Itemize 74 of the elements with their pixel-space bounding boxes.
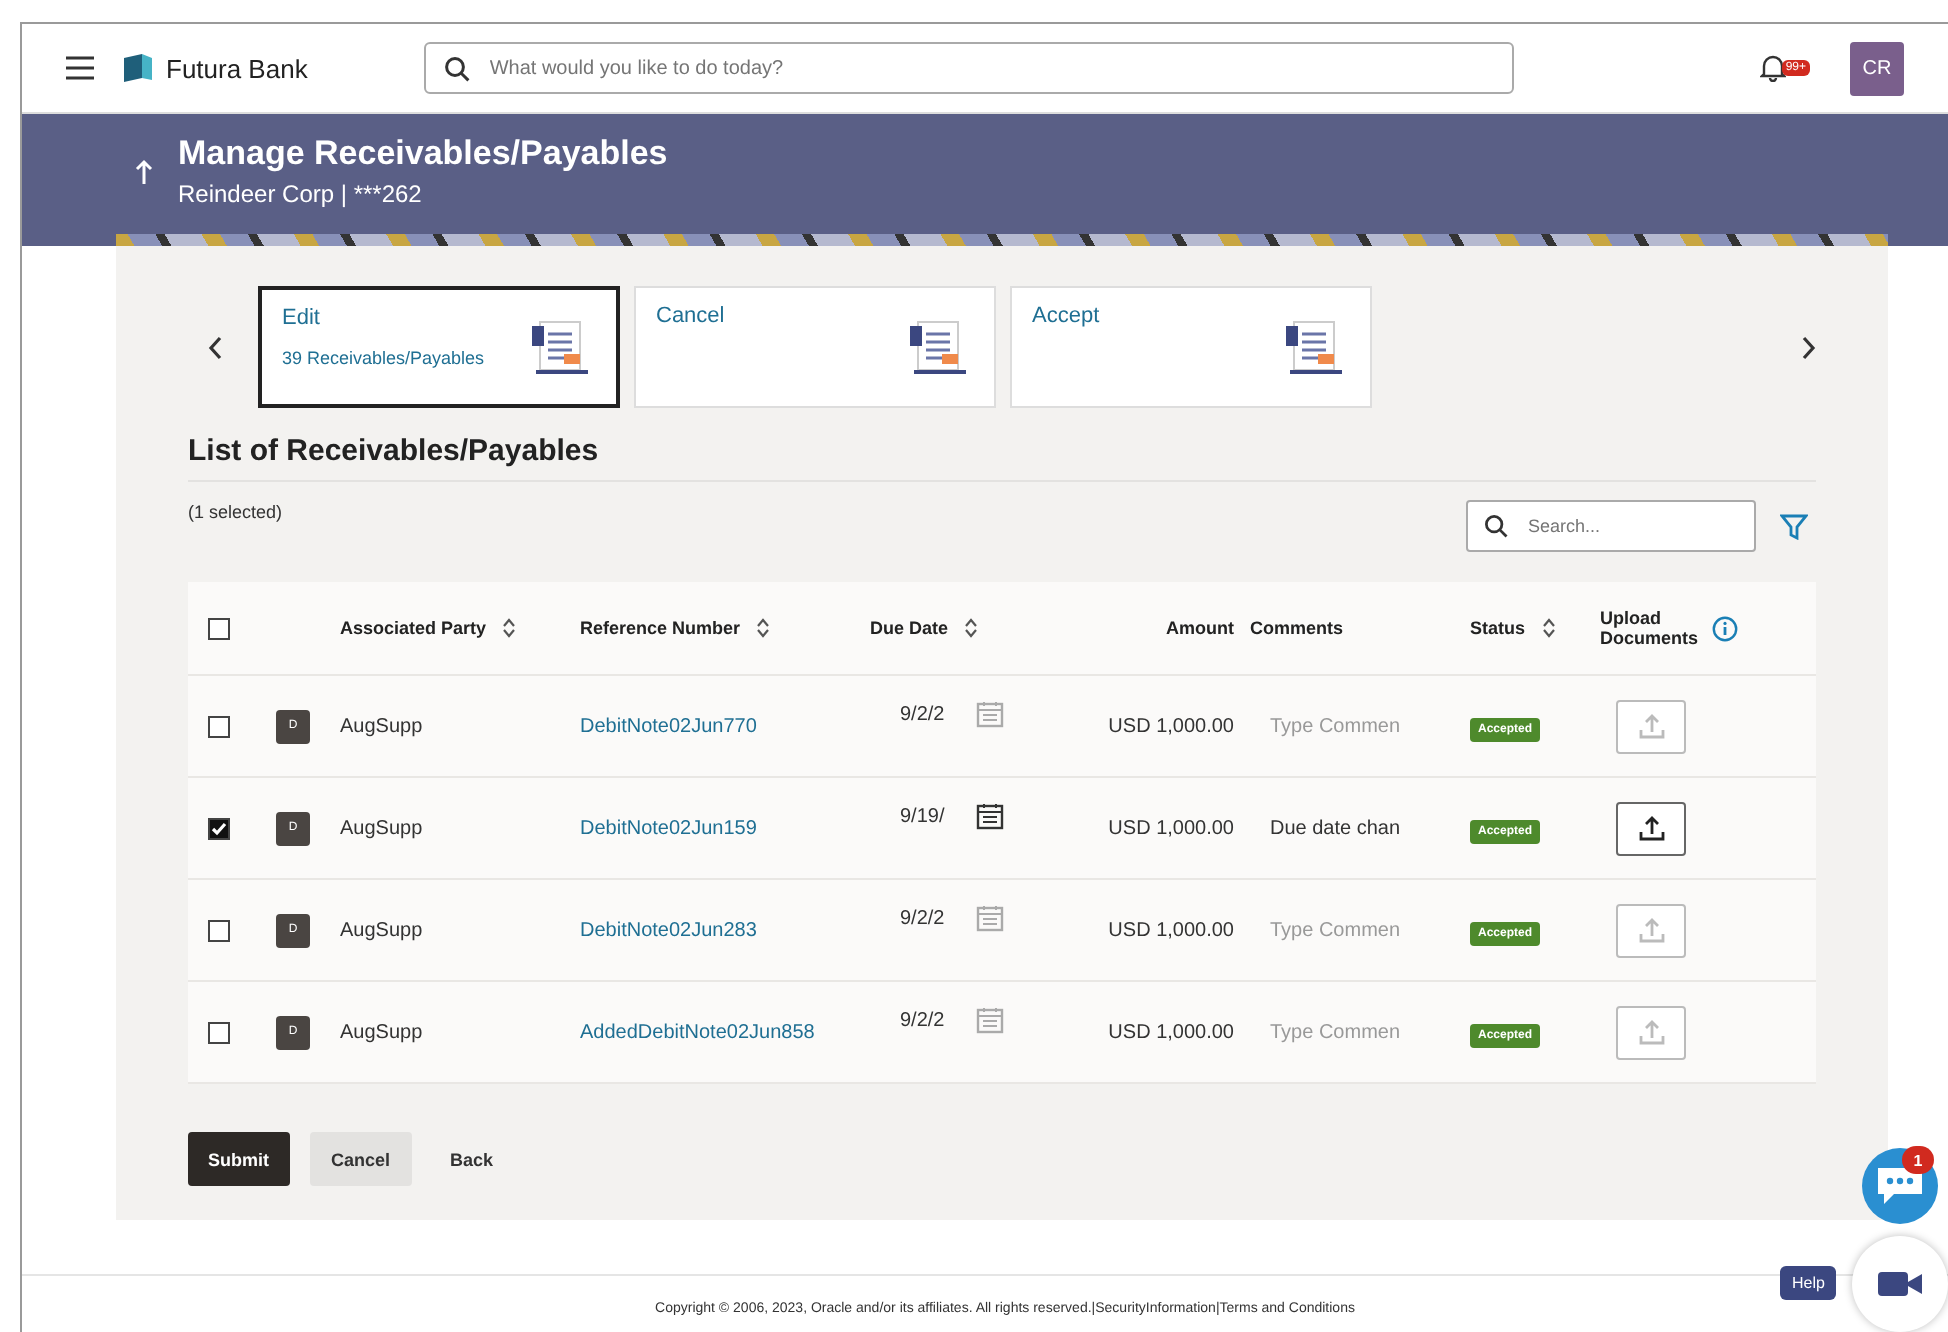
comment-field[interactable]: Type Commen — [1270, 919, 1430, 941]
calendar-icon[interactable] — [976, 802, 1004, 830]
menu-icon[interactable] — [66, 56, 94, 80]
column-header[interactable]: Associated Party — [340, 618, 580, 638]
brand-name: Futura Bank — [166, 53, 308, 83]
row-checkbox[interactable] — [208, 715, 230, 737]
sort-icon[interactable] — [964, 618, 979, 638]
video-call-button[interactable] — [1852, 1236, 1948, 1332]
action-card[interactable]: Edit 39 Receivables/Payables — [258, 286, 620, 408]
info-icon[interactable] — [1712, 615, 1738, 641]
column-header[interactable]: Status — [1470, 618, 1600, 638]
action-button[interactable]: Cancel — [309, 1132, 413, 1186]
user-avatar[interactable]: CR — [1850, 41, 1904, 95]
logo-icon — [122, 52, 154, 84]
due-date-field[interactable]: 9/2/2 — [900, 907, 956, 929]
row-checkbox[interactable] — [208, 817, 230, 839]
action-card[interactable]: Cancel — [634, 286, 996, 408]
comment-field[interactable]: Type Commen — [1270, 1021, 1430, 1043]
sort-icon[interactable] — [1541, 618, 1556, 638]
comment-field[interactable]: Due date chan — [1270, 817, 1430, 839]
amount-cell-text: USD 1,000.00 — [1106, 715, 1236, 737]
due-date-field[interactable]: 9/19/ — [900, 805, 956, 827]
column-header[interactable]: Comments — [1250, 618, 1470, 638]
page-title: Manage Receivables/Payables — [178, 134, 668, 174]
chat-badge: 1 — [1902, 1146, 1934, 1174]
party-cell-text: AugSupp — [340, 919, 425, 941]
reference-link[interactable]: DebitNote02Jun770 — [580, 715, 870, 737]
video-camera-icon — [1876, 1268, 1924, 1300]
list-title: List of Receivables/Payables — [188, 434, 1816, 482]
action-button[interactable]: Back — [432, 1132, 512, 1186]
column-header[interactable]: Amount — [1060, 618, 1250, 638]
comment-field[interactable]: Type Commen — [1270, 715, 1430, 737]
action-title: Edit — [282, 306, 322, 330]
selection-count: (1 selected) — [188, 502, 285, 522]
filter-icon[interactable] — [1780, 514, 1808, 540]
column-header[interactable]: Upload Documents — [1600, 608, 1796, 648]
next-icon[interactable] — [1800, 335, 1816, 359]
reference-link[interactable]: DebitNote02Jun159 — [580, 817, 870, 839]
column-header[interactable]: Due Date — [870, 618, 1060, 638]
select-all-checkbox[interactable] — [208, 617, 230, 639]
due-date-field[interactable]: 9/2/2 — [900, 703, 956, 725]
sort-icon[interactable] — [502, 618, 517, 638]
row-checkbox[interactable] — [208, 1021, 230, 1043]
party-cell-text: AugSupp — [340, 817, 425, 839]
action-title: Accept — [1032, 304, 1100, 328]
reference-link[interactable]: AddedDebitNote02Jun858 — [580, 1021, 870, 1043]
upload-button[interactable] — [1616, 801, 1686, 855]
help-button[interactable]: Help — [1780, 1266, 1837, 1300]
action-title: Cancel — [656, 304, 725, 328]
search-icon — [1484, 514, 1508, 538]
page-subtitle: Reindeer Corp | ***262 — [178, 180, 424, 208]
amount-cell-text: USD 1,000.00 — [1106, 1021, 1236, 1043]
action-count: 39 Receivables/Payables — [282, 348, 485, 368]
action-card[interactable]: Accept — [1010, 286, 1372, 408]
upload-icon — [1637, 712, 1665, 740]
amount-cell-text: USD 1,000.00 — [1106, 919, 1236, 941]
search-icon — [443, 55, 470, 81]
row-checkbox[interactable] — [208, 919, 230, 941]
action-button[interactable]: Submit — [188, 1132, 289, 1186]
bell-icon[interactable] — [1759, 54, 1786, 82]
amount-cell-text: USD 1,000.00 — [1106, 817, 1236, 839]
reference-link[interactable]: DebitNote02Jun283 — [580, 919, 870, 941]
upload-icon — [1637, 916, 1665, 944]
column-header[interactable]: Reference Number — [580, 618, 870, 638]
up-arrow-icon[interactable] — [134, 158, 154, 186]
previous-icon[interactable] — [208, 335, 224, 359]
party-cell-text: AugSupp — [340, 1021, 425, 1043]
party-cell-text: AugSupp — [340, 715, 425, 737]
sort-icon[interactable] — [756, 618, 771, 638]
upload-icon — [1637, 814, 1665, 842]
due-date-field[interactable]: 9/2/2 — [900, 1009, 956, 1031]
list-search-bar[interactable]: Search... — [1466, 500, 1756, 552]
upload-icon — [1637, 1018, 1665, 1046]
chat-bubble-icon — [1874, 1164, 1926, 1208]
